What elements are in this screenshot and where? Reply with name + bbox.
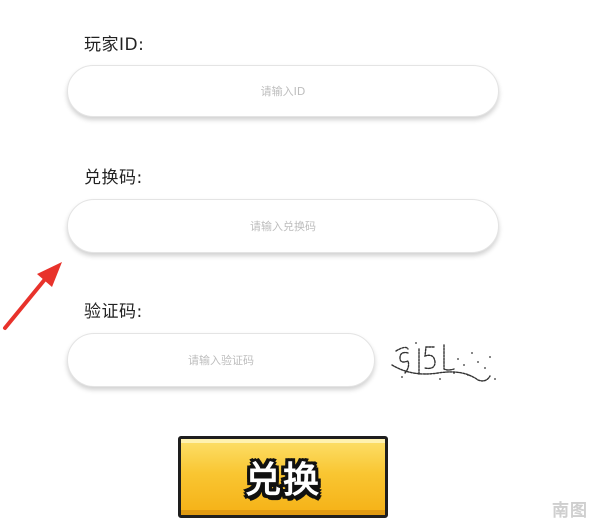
verify-code-input[interactable] [67, 333, 375, 387]
red-arrow-icon [3, 262, 62, 330]
redeem-code-input[interactable] [67, 199, 499, 253]
watermark: 南图 [552, 501, 588, 521]
player-id-label: 玩家ID: [84, 35, 145, 55]
redeem-button[interactable]: 兑换 [178, 436, 388, 518]
redeem-button-label: 兑换 [244, 460, 321, 501]
verify-code-label: 验证码: [84, 302, 143, 322]
player-id-input[interactable] [67, 65, 499, 117]
captcha-image[interactable] [388, 335, 498, 385]
redeem-code-label: 兑换码: [84, 168, 143, 188]
